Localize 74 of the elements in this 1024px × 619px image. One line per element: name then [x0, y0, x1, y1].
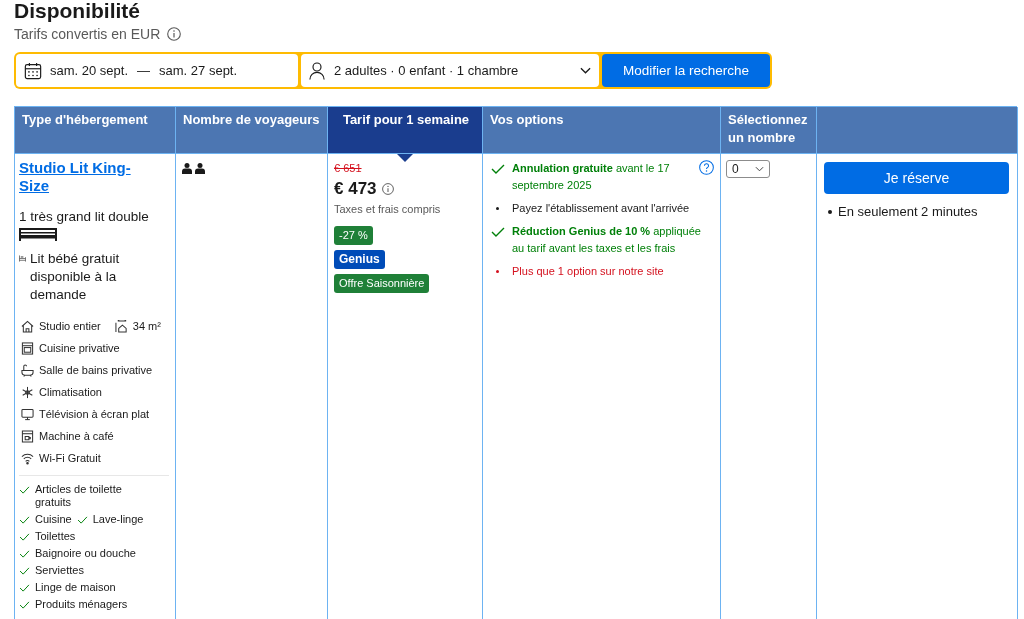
quantity-select[interactable]: 0: [726, 160, 770, 178]
badge: Offre Saisonnière: [334, 274, 430, 293]
amenity-label: Articles de toilette gratuits: [35, 483, 123, 509]
pointer-triangle-icon: [397, 154, 413, 162]
facility-label: Climatisation: [39, 386, 102, 398]
column-header: Sélectionnez un nombre: [721, 107, 817, 154]
column-header: Type d'hébergement: [15, 107, 176, 154]
column-header: Vos options: [483, 107, 721, 154]
column-header: Tarif pour 1 semaine: [328, 107, 483, 154]
page-title: Disponibilité: [14, 0, 140, 22]
facility-label: Wi-Fi Gratuit: [39, 452, 101, 464]
option-text: Plus que 1 option sur notre site: [512, 264, 665, 279]
chevron-down-icon: [755, 166, 764, 172]
kitchen-icon: [21, 341, 34, 355]
amenity-label: Serviettes: [35, 564, 84, 577]
amenity-label: Cuisine: [35, 513, 72, 526]
check-icon: [19, 533, 30, 541]
facility-label: 34 m²: [132, 320, 161, 332]
tv-icon: [21, 407, 34, 421]
calendar-icon: [24, 61, 42, 80]
crib-icon: [19, 255, 26, 262]
column-header: Nombre de voyageurs: [176, 107, 328, 154]
room-name-link[interactable]: Studio Lit King-Size: [19, 159, 154, 195]
option-text: Payez l'établissement avant l'arrivée: [512, 201, 691, 216]
facility-label: Télévision à écran plat: [39, 408, 150, 420]
bed-icon: [19, 227, 57, 241]
reserve-button[interactable]: Je réserve: [824, 162, 1009, 194]
guests-field[interactable]: 2 adultes · 0 enfant · 1 chambre: [301, 54, 599, 87]
check-icon: [76, 516, 88, 524]
two-people-icon: [182, 163, 205, 174]
badge: Genius: [334, 250, 385, 269]
bullet-icon: [828, 210, 832, 214]
facility-label: Studio entier: [39, 320, 101, 332]
check-icon: [19, 584, 30, 592]
check-icon: [19, 567, 30, 575]
house-icon: [21, 319, 34, 333]
person-icon: [309, 61, 325, 80]
check-icon: [19, 516, 30, 524]
info-icon[interactable]: [167, 27, 182, 41]
date-field[interactable]: sam. 20 sept. — sam. 27 sept.: [16, 54, 298, 87]
snowflake-icon: [21, 385, 34, 399]
search-button[interactable]: Modifier la recherche: [602, 54, 770, 87]
facility-label: Salle de bains privative: [39, 364, 153, 376]
badge: -27 %: [334, 226, 373, 245]
amenity-label: Lave-linge: [92, 513, 144, 526]
amenity-label: Linge de maison: [35, 581, 116, 594]
floor-area-icon: [114, 319, 128, 333]
coffee-machine-icon: [21, 429, 34, 443]
original-price: € 651: [334, 161, 362, 175]
check-icon: [19, 486, 30, 494]
facility-label: Cuisine privative: [39, 342, 120, 354]
facility-label: Machine à café: [39, 430, 114, 442]
check-icon: [19, 601, 30, 609]
bathtub-icon: [21, 363, 34, 377]
chevron-down-icon: [580, 67, 591, 74]
check-icon: [491, 164, 505, 174]
amenity-label: Produits ménagers: [35, 598, 128, 611]
amenity-label: Toilettes: [35, 530, 76, 543]
check-icon: [19, 550, 30, 558]
option-text: Annulation gratuite avant le 17 septembre 2025: [512, 161, 671, 193]
crib-note: Lit bébé gratuit disponible à la demande: [30, 250, 121, 304]
amenity-label: Baignoire ou douche: [35, 547, 136, 560]
bullet-icon: [496, 270, 499, 273]
bed-type: 1 très grand lit double: [19, 208, 149, 226]
wifi-icon: [21, 451, 34, 465]
help-icon[interactable]: [699, 160, 714, 175]
currency-note: Tarifs convertis en EUR: [14, 25, 161, 43]
check-icon: [491, 227, 505, 237]
tax-note: Taxes et frais compris: [334, 202, 441, 216]
reserve-note: En seulement 2 minutes: [838, 203, 978, 221]
bullet-icon: [496, 207, 499, 210]
option-text: Réduction Genius de 10 % appliquée au tarif avant les taxes et les frais: [512, 224, 702, 256]
current-price: € 473: [334, 178, 377, 200]
info-icon[interactable]: [381, 183, 394, 195]
